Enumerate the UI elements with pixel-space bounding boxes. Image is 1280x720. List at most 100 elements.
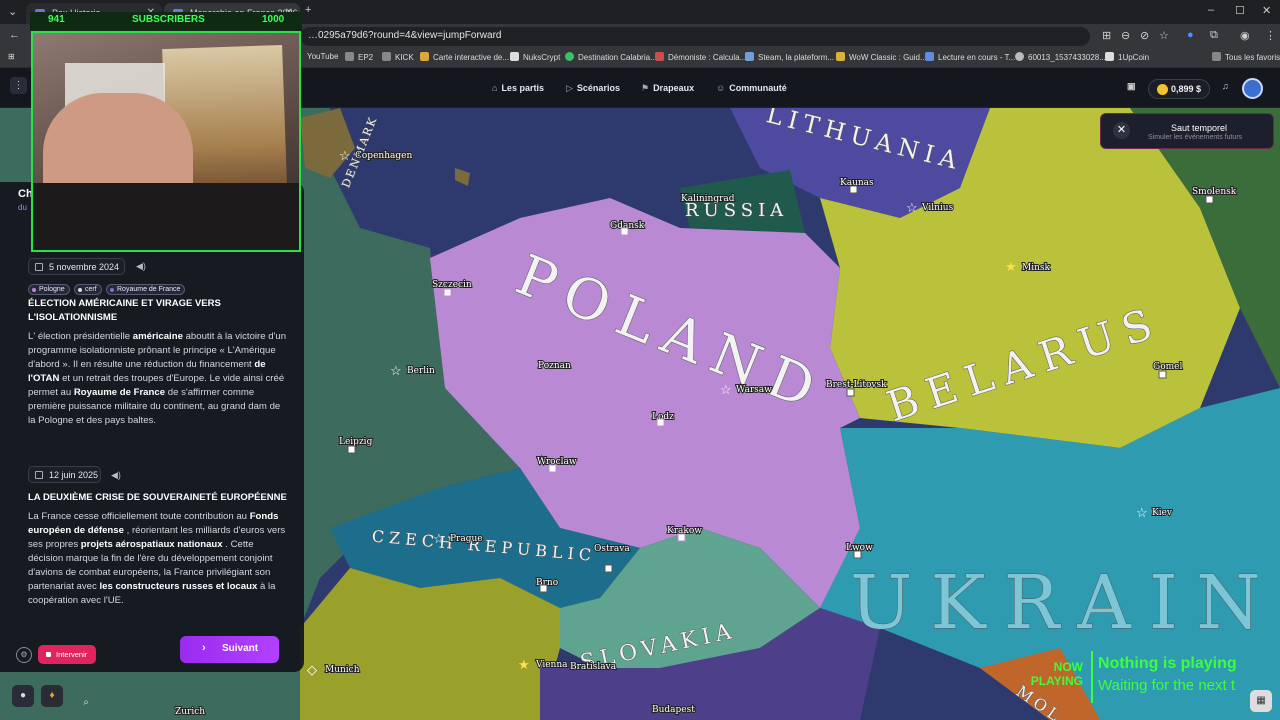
now-playing-divider	[1091, 651, 1093, 703]
intervene-button[interactable]: Intervenir	[38, 645, 96, 664]
city-copenhagen: Copenhagen	[355, 151, 412, 161]
bookmark-item[interactable]: 60013_1537433028...	[1015, 52, 1106, 62]
bookmark-item[interactable]: KICK	[382, 52, 414, 62]
city-poznan: Poznan	[538, 361, 571, 371]
toast-title: Saut temporel	[1171, 123, 1228, 133]
city-wroclaw: Wroclaw	[537, 457, 577, 467]
back-icon[interactable]: ←	[9, 29, 20, 41]
city-vienna: Vienna	[535, 660, 568, 670]
city-munich: Munich	[325, 665, 360, 675]
speaker-icon[interactable]: ◀)	[136, 261, 146, 272]
maximize-icon[interactable]: ☐	[1235, 4, 1245, 17]
toast-subtitle: Simuler les événements futurs	[1148, 134, 1243, 141]
event-body: L' élection présidentielle américaine ab…	[28, 330, 288, 428]
nav-drapeaux[interactable]: ⚑ Drapeaux	[641, 83, 694, 94]
now-playing-title: Nothing is playing	[1098, 655, 1237, 672]
bookmark-item[interactable]: YouTube	[307, 52, 338, 61]
bookmark-item[interactable]: Steam, la plateform...	[745, 52, 834, 62]
play-icon: ▷	[566, 83, 573, 93]
site-icon	[745, 52, 754, 61]
subs-goal: 1000	[262, 14, 285, 25]
subs-label: SUBSCRIBERS	[132, 14, 205, 25]
balance-value: 0,899 $	[1171, 84, 1202, 94]
avatar[interactable]	[1242, 78, 1263, 99]
capital-star-icon: ☆	[906, 200, 918, 215]
city-prague: Prague	[450, 534, 483, 544]
search-icon[interactable]: ⌕	[75, 692, 97, 714]
site-icon	[420, 52, 429, 61]
capital-star-icon: ☆	[433, 531, 445, 546]
bookmark-item[interactable]: 1UpCoin	[1105, 52, 1149, 62]
event-body-highlight: Royaume de France	[73, 387, 166, 398]
calendar-icon	[35, 263, 43, 271]
site-icon	[565, 52, 574, 61]
menu-kebab-icon[interactable]: ⋮	[1265, 29, 1276, 42]
tag-pologne[interactable]: Pologne	[28, 284, 70, 295]
users-icon: ☺	[716, 83, 726, 93]
city-kiev: Kiev	[1152, 508, 1173, 518]
country-label-ukraine: UKRAIN	[850, 560, 1279, 646]
person-body	[33, 183, 299, 250]
speaker-icon[interactable]: ◀)	[111, 470, 121, 481]
coin-icon	[1157, 84, 1168, 95]
profile-icon[interactable]: ◉	[1240, 29, 1250, 42]
all-favorites[interactable]: Tous les favoris	[1212, 52, 1280, 62]
event-body-text: La France cesse officiellement toute con…	[28, 511, 250, 522]
tag-royaume-de-france[interactable]: Royaume de France	[106, 284, 186, 295]
minimize-icon[interactable]: –	[1208, 4, 1214, 16]
settings-gear-icon[interactable]: ⚙	[16, 647, 32, 663]
flame-icon[interactable]: ♦	[41, 685, 63, 707]
group-icon: ⌂	[492, 83, 498, 93]
folder-icon	[1212, 52, 1221, 61]
nav-scenarios[interactable]: ▷ Scénarios	[566, 83, 620, 94]
capital-star-icon: ★	[1005, 259, 1017, 274]
city-vilnius: Vilnius	[921, 203, 954, 213]
hide-icon[interactable]: ⊘	[1140, 29, 1149, 42]
city-ostrava: Ostrava	[594, 544, 630, 554]
bookmark-item[interactable]: NuksCrypt	[510, 52, 560, 62]
city-gomel: Gomel	[1153, 362, 1182, 372]
gift-icon[interactable]: ▣	[1127, 81, 1136, 92]
url-bar[interactable]: …0295a79d6?round=4&view=jumpForward	[300, 27, 1090, 46]
city-minsk: Minsk	[1022, 263, 1051, 273]
extensions-puzzle-icon[interactable]: ⧉	[1210, 29, 1218, 42]
nav-communaute[interactable]: ☺ Communauté	[716, 83, 787, 93]
subscriber-goal-bar: 941 SUBSCRIBERS 1000	[30, 12, 302, 31]
zoom-icon[interactable]: ⊖	[1121, 29, 1130, 42]
capital-star-icon: ☆	[390, 363, 402, 378]
stop-icon	[46, 652, 51, 657]
bookmark-item[interactable]: Lecture en cours - T...	[925, 52, 1015, 62]
bookmark-item[interactable]: Démoniste : Calcula...	[655, 52, 746, 62]
bookmark-item[interactable]: WoW Classic : Guid...	[836, 52, 927, 62]
bell-icon[interactable]: ♫	[1222, 81, 1229, 91]
subs-current: 941	[48, 14, 65, 25]
tab-search-icon[interactable]: ⌄	[8, 5, 17, 18]
calendar-icon	[35, 471, 43, 479]
city-berlin: Berlin	[407, 366, 435, 376]
folder-icon	[382, 52, 391, 61]
chat-icon[interactable]: ●	[12, 685, 34, 707]
panel-menu-icon[interactable]: ⋮	[10, 77, 27, 94]
apps-grid-icon[interactable]: ⊞	[8, 52, 15, 61]
close-icon[interactable]: ✕	[1113, 122, 1130, 139]
city-leipzig: Leipzig	[339, 437, 373, 447]
bookmark-item[interactable]: Destination Calabria...	[565, 52, 657, 62]
close-window-icon[interactable]: ✕	[1262, 4, 1271, 17]
bookmark-item[interactable]: EP2	[345, 52, 373, 62]
city-szczecin: Szczecin	[432, 280, 472, 290]
time-jump-toast[interactable]: ✕ Saut temporel Simuler les événements f…	[1100, 113, 1274, 149]
flag-icon: ⚑	[641, 83, 650, 93]
extension-icon[interactable]: ●	[1187, 29, 1194, 41]
austria-region	[300, 568, 560, 720]
bookmark-item[interactable]: Carte interactive de...	[420, 52, 509, 62]
new-tab-icon[interactable]: +	[305, 4, 311, 16]
balance-pill[interactable]: 0,899 $	[1148, 79, 1210, 99]
translate-icon[interactable]: ⊞	[1102, 29, 1111, 42]
nav-les-partis[interactable]: ⌂ Les partis	[492, 83, 544, 93]
bookmark-star-icon[interactable]: ☆	[1159, 29, 1169, 42]
tag-cerf[interactable]: cerf	[74, 284, 102, 295]
city-budapest: Budapest	[652, 705, 695, 715]
folder-icon	[345, 52, 354, 61]
next-button[interactable]: › Suivant	[180, 636, 279, 663]
city-zurich: Zurich	[175, 707, 205, 717]
